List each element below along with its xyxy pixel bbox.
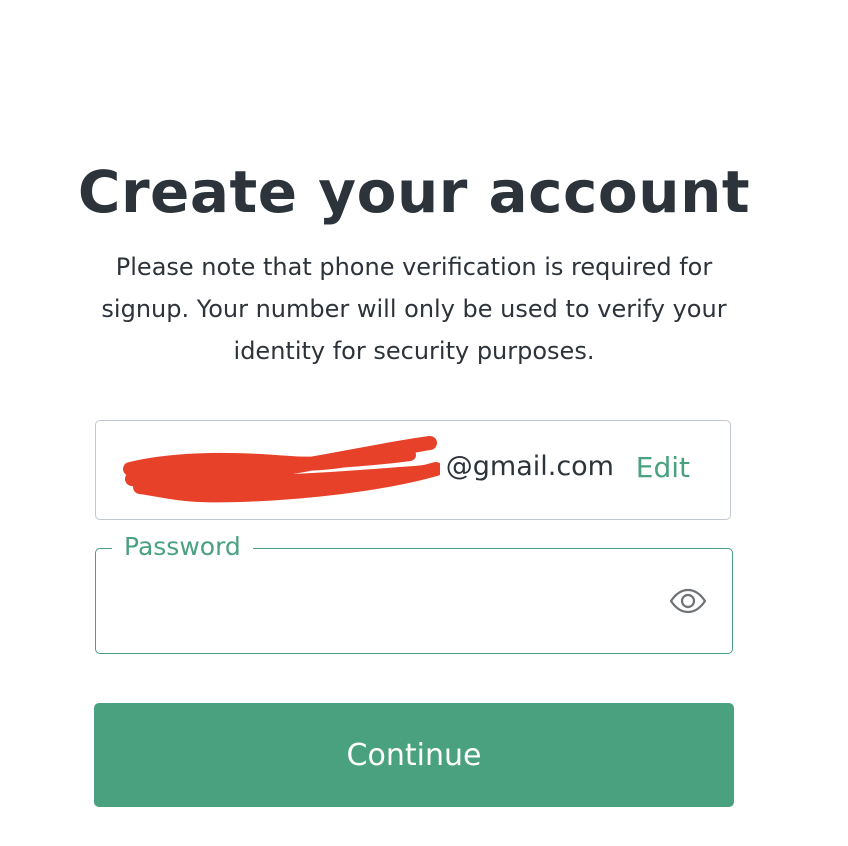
password-field[interactable]: Password <box>95 529 733 654</box>
edit-email-link[interactable]: Edit <box>636 451 690 484</box>
email-value: @gmail.com <box>445 451 614 482</box>
page-title: Create your account <box>77 158 751 226</box>
continue-button[interactable]: Continue <box>94 703 734 807</box>
email-display-box: @gmail.com Edit <box>95 420 731 520</box>
password-input[interactable] <box>120 579 654 625</box>
toggle-password-visibility-button[interactable] <box>668 583 708 619</box>
page-subtitle: Please note that phone verification is r… <box>101 253 727 365</box>
redaction-scribble <box>123 436 440 503</box>
signup-page: Create your account Please note that pho… <box>0 0 848 846</box>
eye-icon <box>669 588 707 614</box>
password-label: Password <box>112 529 253 565</box>
